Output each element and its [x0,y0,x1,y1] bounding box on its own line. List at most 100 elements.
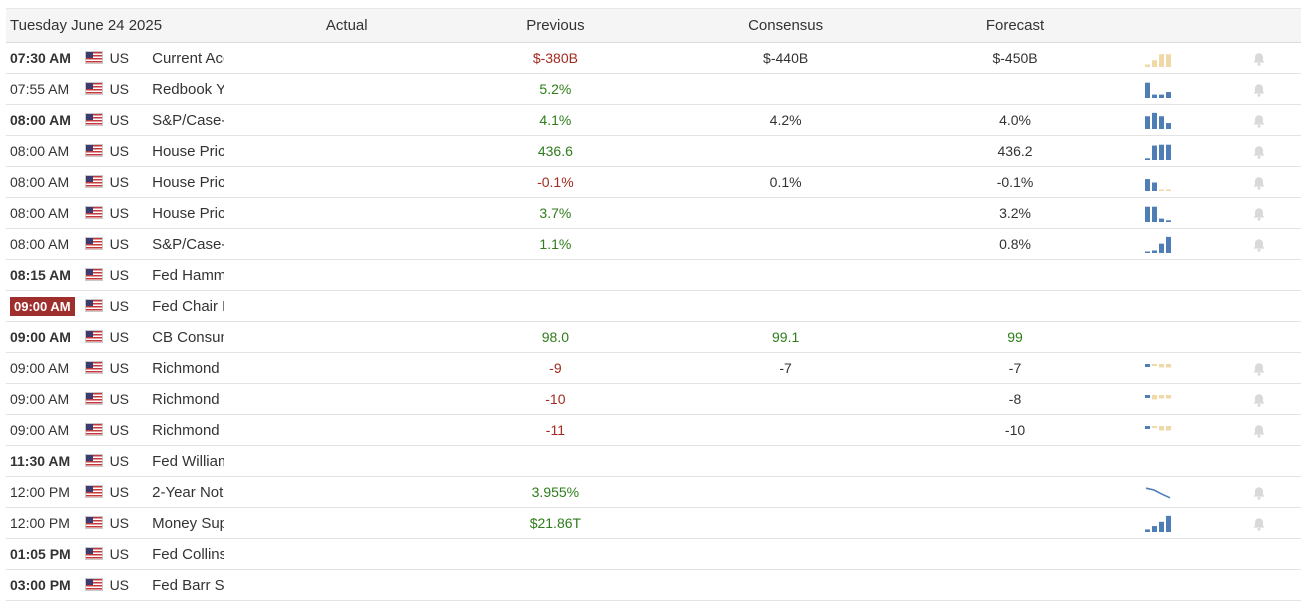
table-row[interactable]: 12:00 PM US Money SupplyMAY $21.86T [6,507,1301,539]
event-name-link[interactable]: Fed Barr Speech [152,577,224,594]
event-name-cell[interactable]: CB Consumer ConfidenceJUN [151,321,224,353]
table-row[interactable]: 08:00 AM US House Price IndexAPR 436.6 436.2 [6,135,1301,167]
forecast-cell [930,569,1100,601]
event-name-cell[interactable]: House Price Index MoMAPR [151,166,224,198]
event-time: 12:00 PM [10,515,70,531]
consensus-cell [641,197,931,229]
spark-bar [1144,395,1150,399]
table-row[interactable]: 07:30 AM US Current AccountQ1 $-380B $-440B $… [6,42,1301,74]
bell-icon[interactable] [1252,83,1266,97]
event-name-link[interactable]: Richmond Fed Services Revenues Index [152,422,224,439]
actual-cell [223,197,470,229]
event-name-cell[interactable]: Richmond Fed Manufacturing Shipments Ind… [151,383,224,415]
bell-icon[interactable] [1252,114,1266,128]
event-name-cell[interactable]: Redbook YoYJUN/21 [151,73,224,105]
event-time: 08:00 AM [10,143,70,159]
actual-cell [223,321,470,353]
event-name-cell[interactable]: Fed Chair Powell Testimony [151,290,224,322]
event-name-cell[interactable]: House Price IndexAPR [151,135,224,167]
event-name-cell[interactable]: Richmond Fed Services Revenues IndexJUN [151,414,224,446]
country-cell: US [78,352,152,384]
column-consensus[interactable]: Consensus [641,8,931,43]
event-name-cell[interactable]: S&P/Case-Shiller Home Price MoMAPR [151,228,224,260]
actual-cell [223,445,470,477]
table-row[interactable]: 12:00 PM US 2-Year Note Auction 3.955% [6,476,1301,508]
table-row[interactable]: 09:00 AM US Richmond Fed Manufacturing Shi… [6,383,1301,415]
event-name-cell[interactable]: Money SupplyMAY [151,507,224,539]
calendar-rows: 07:30 AM US Current AccountQ1 $-380B $-440B $… [6,42,1301,601]
event-name-cell[interactable]: Current AccountQ1 [151,42,224,74]
event-name-link[interactable]: Fed Chair Powell Testimony [152,298,224,315]
event-name-cell[interactable]: Fed Hammack Speech [151,259,224,291]
spark-bar [1151,206,1157,223]
bell-icon[interactable] [1252,362,1266,376]
bell-icon[interactable] [1252,424,1266,438]
table-row[interactable]: 09:00 AM US Richmond Fed Services Revenues… [6,414,1301,446]
event-name-cell[interactable]: Richmond Fed Manufacturing IndexJUN [151,352,224,384]
event-name-cell[interactable]: Fed Barr Speech [151,569,224,601]
event-name-link[interactable]: Fed Williams Speech [152,453,224,470]
bell-icon[interactable] [1252,517,1266,531]
table-row[interactable]: 08:00 AM US House Price Index YoYAPR 3.7% 3.… [6,197,1301,229]
bell-icon[interactable] [1252,145,1266,159]
event-name-link[interactable]: Money Supply [152,515,224,532]
table-row[interactable]: 09:00 AM US Richmond Fed Manufacturing Ind… [6,352,1301,384]
table-row[interactable]: 08:00 AM US S&P/Case-Shiller Home Price Mo… [6,228,1301,260]
event-time: 11:30 AM [10,453,71,469]
event-name-cell[interactable]: S&P/Case-Shiller Home Price YoYAPR [151,104,224,136]
event-name-link[interactable]: S&P/Case-Shiller Home Price MoM [152,236,224,253]
bell-icon[interactable] [1252,393,1266,407]
bell-icon[interactable] [1252,52,1266,66]
event-name-link[interactable]: S&P/Case-Shiller Home Price YoY [152,112,224,129]
spark-bar [1158,54,1164,68]
spark-bar [1144,426,1150,430]
column-forecast[interactable]: Forecast [930,8,1100,43]
event-name-link[interactable]: Current Account [152,50,224,67]
previous-cell [469,538,641,570]
event-name-cell[interactable]: House Price Index YoYAPR [151,197,224,229]
event-name-link[interactable]: Redbook YoY [152,81,224,98]
event-name-link[interactable]: CB Consumer Confidence [152,329,224,346]
country-code: US [109,236,130,252]
bell-icon[interactable] [1252,176,1266,190]
forecast-cell [930,507,1100,539]
event-name-link[interactable]: Fed Collins Speech [152,546,224,563]
event-time: 01:05 PM [10,546,71,562]
alert-cell [1216,321,1301,353]
event-name-link[interactable]: House Price Index [152,143,224,160]
table-row[interactable]: 09:00 AM US CB Consumer ConfidenceJUN 98.0 9… [6,321,1301,353]
table-row[interactable]: 01:05 PM US Fed Collins Speech [6,538,1301,570]
table-row[interactable]: 08:00 AM US S&P/Case-Shiller Home Price Yo… [6,104,1301,136]
table-row[interactable]: 08:00 AM US House Price Index MoMAPR -0.1% 0… [6,166,1301,198]
table-row[interactable]: 03:00 PM US Fed Barr Speech [6,569,1301,601]
table-row[interactable]: 09:00 AM US Fed Chair Powell Testimony [6,290,1301,322]
event-name-link[interactable]: Richmond Fed Manufacturing Shipments Ind… [152,391,224,408]
column-previous[interactable]: Previous [469,8,641,43]
spark-bar [1151,145,1157,161]
table-row[interactable]: 07:55 AM US Redbook YoYJUN/21 5.2% [6,73,1301,105]
spark-bar [1158,189,1164,192]
spark-bar [1151,250,1157,254]
table-row[interactable]: 11:30 AM US Fed Williams Speech [6,445,1301,477]
previous-value: 3.7% [539,205,572,221]
bell-icon[interactable] [1252,238,1266,252]
country-code: US [109,112,130,128]
table-row[interactable]: 08:15 AM US Fed Hammack Speech [6,259,1301,291]
event-name-link[interactable]: 2-Year Note Auction [152,484,224,501]
country-cell: US [78,73,152,105]
event-name-link[interactable]: House Price Index MoM [152,174,224,191]
event-time-cell: 08:00 AM [6,166,79,198]
sparkline-chart [1144,395,1171,400]
column-actual[interactable]: Actual [223,8,470,43]
event-name-link[interactable]: Richmond Fed Manufacturing Index [152,360,224,377]
event-name-cell[interactable]: Fed Collins Speech [151,538,224,570]
event-time-cell: 08:00 AM [6,228,79,260]
event-name-link[interactable]: Fed Hammack Speech [152,267,224,284]
event-name-link[interactable]: House Price Index YoY [152,205,224,222]
bell-icon[interactable] [1252,207,1266,221]
event-name-cell[interactable]: Fed Williams Speech [151,445,224,477]
event-name-cell[interactable]: 2-Year Note Auction [151,476,224,508]
alert-cell [1216,104,1301,136]
bell-icon[interactable] [1252,486,1266,500]
alert-cell [1216,507,1301,539]
